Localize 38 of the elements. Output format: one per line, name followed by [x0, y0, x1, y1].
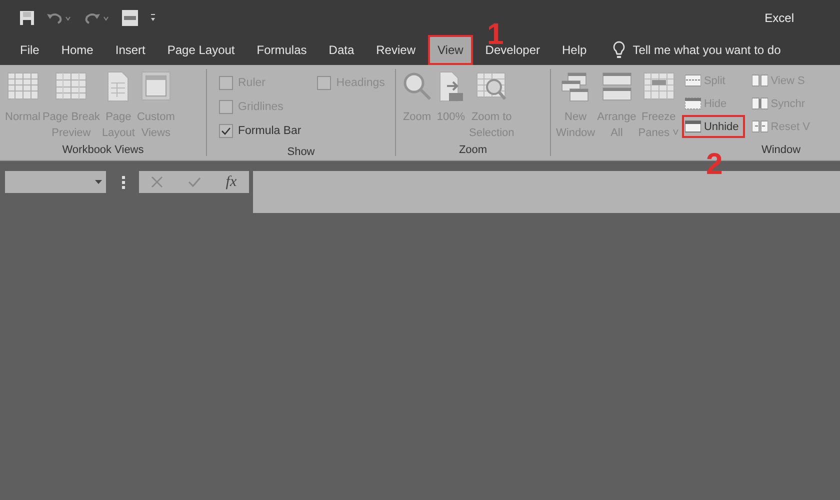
ribbon-tab[interactable]: Insert [105, 35, 156, 65]
group-label: Workbook Views [61, 143, 145, 157]
two-pages-icon [752, 74, 768, 87]
check-icon[interactable] [188, 177, 202, 187]
form-icon[interactable] [122, 10, 138, 26]
dropdown-caret-icon[interactable] [95, 180, 102, 184]
more-icon[interactable] [150, 12, 156, 24]
app-title: Excel [764, 10, 794, 24]
window-icon [140, 71, 172, 103]
ribbon-tab[interactable]: Help [552, 35, 597, 65]
stacked-windows-icon [600, 71, 633, 103]
ribbon-button[interactable]: Unhide [682, 115, 745, 138]
split-window-icon [684, 74, 701, 87]
lightbulb-icon[interactable] [612, 41, 625, 59]
undo-icon[interactable] [46, 10, 72, 24]
grid-magnifier-icon [476, 71, 508, 103]
checkmark-icon [221, 126, 231, 136]
checkbox[interactable]: Formula Bar [219, 119, 302, 143]
grip-icon[interactable] [122, 176, 125, 188]
ribbon-tab[interactable]: Review [366, 35, 426, 65]
two-pages-icon [752, 120, 768, 133]
group-label: Window [760, 143, 802, 157]
window-icon [684, 120, 701, 133]
group-label: Zoom [458, 143, 488, 157]
two-pages-icon [752, 97, 768, 110]
magnifier-icon [401, 71, 433, 103]
ribbon-tab[interactable]: Home [51, 35, 104, 65]
window-icon [684, 97, 701, 110]
redo-icon[interactable] [84, 10, 110, 24]
insert-function-button[interactable]: fx [226, 174, 237, 190]
ribbon-tab[interactable]: File [10, 35, 50, 65]
ribbon-tab[interactable]: View [428, 35, 474, 65]
ribbon-tab[interactable]: Formulas [246, 35, 317, 65]
ribbon-tab[interactable]: Page Layout [157, 35, 245, 65]
ribbon-tab[interactable]: Data [318, 35, 364, 65]
group-label: Show [286, 145, 316, 159]
search-field[interactable]: Tell me what you want to do [632, 43, 781, 57]
save-icon[interactable] [20, 10, 34, 24]
